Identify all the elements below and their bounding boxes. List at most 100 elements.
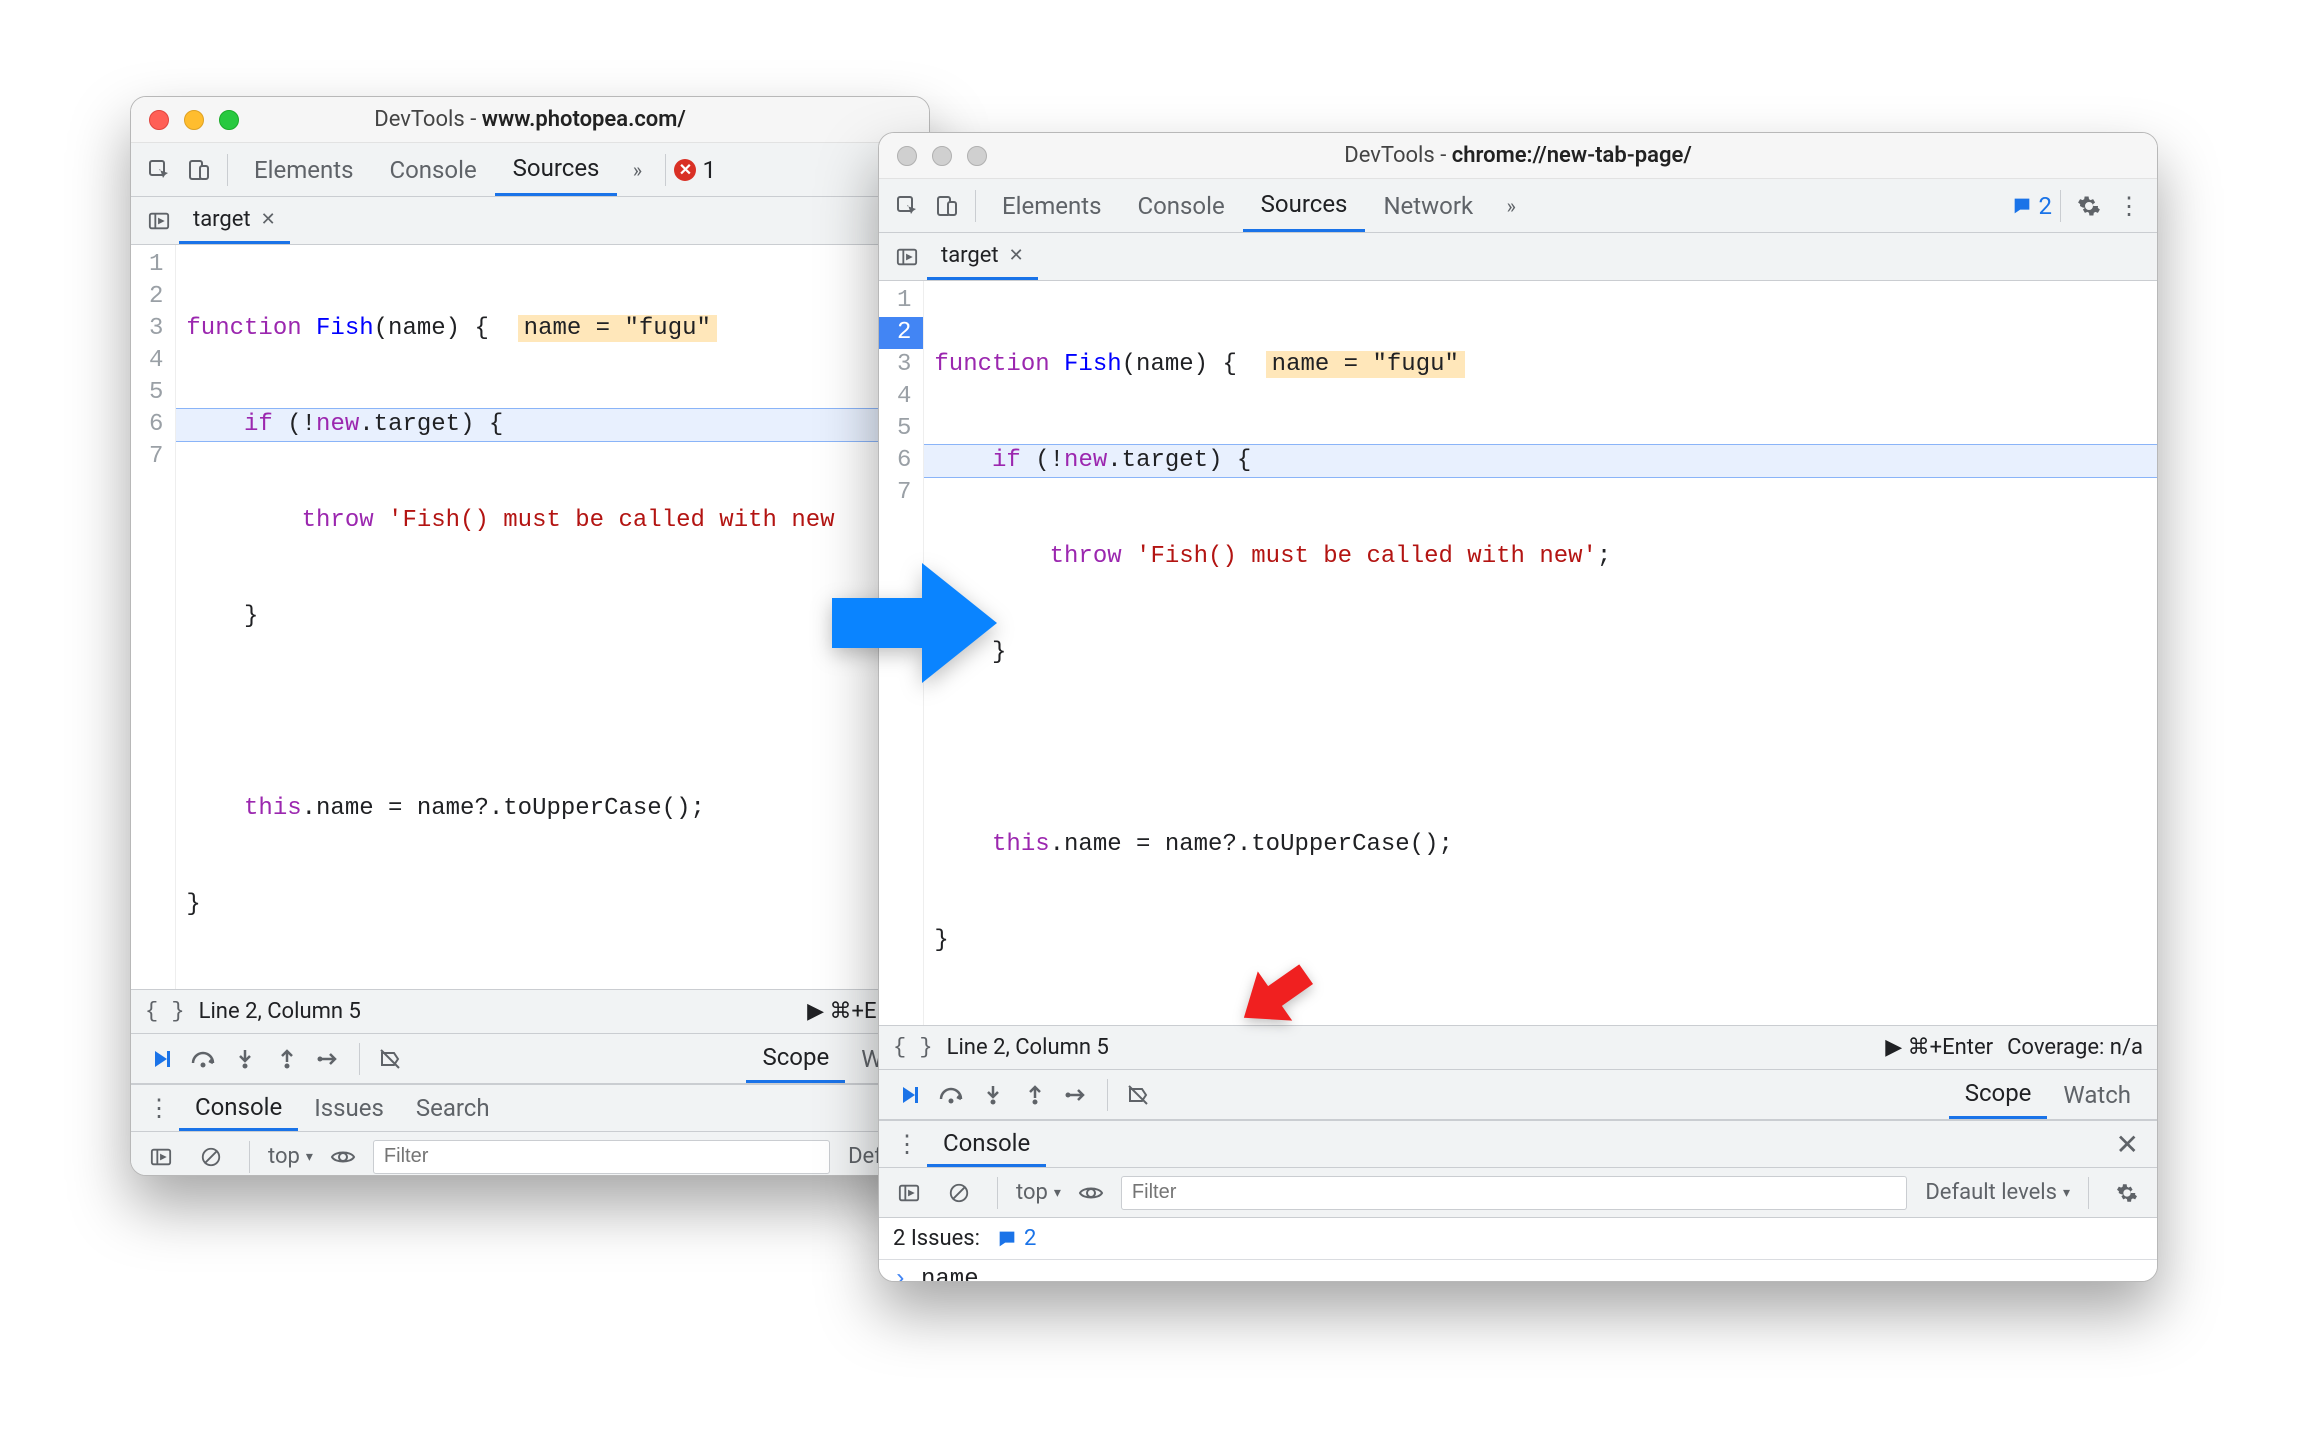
drawer-menu-icon[interactable]: ⋮ (139, 1088, 179, 1128)
file-tab-bar: target ✕ (879, 233, 2157, 281)
debugger-toolbar: Scope Watch (879, 1070, 2157, 1120)
step-into-icon[interactable] (225, 1039, 265, 1079)
debugger-toolbar: Scope Wat (131, 1034, 929, 1084)
tab-network[interactable]: Network (1365, 179, 1491, 232)
scope-tab[interactable]: Scope (1949, 1070, 2048, 1119)
close-window-button[interactable] (149, 110, 169, 130)
titlebar: DevTools - www.photopea.com/ (131, 97, 929, 143)
navigator-toggle-icon[interactable] (887, 237, 927, 277)
drawer-tab-console[interactable]: Console (927, 1121, 1046, 1167)
log-levels-selector[interactable]: Default levels (1925, 1180, 2070, 1205)
console-sidebar-icon[interactable] (889, 1173, 929, 1213)
live-expression-icon[interactable] (1071, 1173, 1111, 1213)
close-window-button[interactable] (897, 146, 917, 166)
console-controls: top Defau (131, 1132, 929, 1176)
file-tab-target[interactable]: target ✕ (179, 197, 290, 244)
message-count-badge[interactable]: 2 (2011, 192, 2053, 220)
device-icon[interactable] (179, 150, 219, 190)
window-title: DevTools - chrome://new-tab-page/ (879, 143, 2157, 168)
traffic-lights (149, 110, 239, 130)
resume-icon[interactable] (141, 1039, 181, 1079)
titlebar: DevTools - chrome://new-tab-page/ (879, 133, 2157, 179)
drawer-header: ⋮ Console Issues Search (131, 1084, 929, 1132)
inspect-icon[interactable] (887, 186, 927, 226)
close-icon[interactable]: ✕ (1009, 245, 1024, 266)
devtools-window-right: DevTools - chrome://new-tab-page/ Elemen… (878, 132, 2158, 1282)
zoom-window-button[interactable] (219, 110, 239, 130)
kebab-menu-icon[interactable]: ⋮ (2109, 186, 2149, 226)
inline-value-hint: name = "fugu" (1266, 351, 1465, 378)
devtools-window-left: DevTools - www.photopea.com/ Elements Co… (130, 96, 930, 1176)
deactivate-breakpoints-icon[interactable] (370, 1039, 410, 1079)
context-selector[interactable]: top (268, 1144, 313, 1169)
tab-elements[interactable]: Elements (236, 143, 371, 196)
step-over-icon[interactable] (183, 1039, 223, 1079)
console-filter-input[interactable] (373, 1140, 830, 1174)
gear-icon[interactable] (2069, 186, 2109, 226)
main-toolbar: Elements Console Sources » ✕1 (131, 143, 929, 197)
scope-tab[interactable]: Scope (746, 1034, 845, 1083)
inline-value-hint: name = "fugu" (518, 315, 717, 342)
tab-elements[interactable]: Elements (984, 179, 1119, 232)
tab-console[interactable]: Console (371, 143, 494, 196)
close-icon[interactable]: ✕ (261, 209, 276, 230)
cursor-position: Line 2, Column 5 (947, 1035, 1109, 1060)
more-tabs-icon[interactable]: » (1491, 186, 1531, 226)
issues-label: 2 Issues: (893, 1226, 980, 1251)
main-toolbar: Elements Console Sources Network » 2 ⋮ (879, 179, 2157, 233)
file-tab-target[interactable]: target ✕ (927, 233, 1038, 280)
run-snippet-button[interactable]: ▶ ⌘+Enter (1885, 1035, 1993, 1060)
deactivate-breakpoints-icon[interactable] (1118, 1075, 1158, 1115)
code-body[interactable]: function Fish(name) { name = "fugu" if (… (176, 245, 929, 989)
step-over-icon[interactable] (931, 1075, 971, 1115)
code-editor[interactable]: 1 2 3 4 5 6 7 function Fish(name) { name… (131, 245, 929, 990)
device-icon[interactable] (927, 186, 967, 226)
issues-summary-bar[interactable]: 2 Issues: 2 (879, 1218, 2157, 1260)
execution-line-marker: 2 (879, 317, 923, 349)
console-filter-input[interactable] (1121, 1176, 1907, 1210)
gutter: 1 2 3 4 5 6 7 (131, 245, 176, 989)
resume-icon[interactable] (889, 1075, 929, 1115)
console-controls: top Default levels (879, 1168, 2157, 1218)
drawer-tab-console[interactable]: Console (179, 1085, 298, 1131)
tab-sources[interactable]: Sources (1243, 179, 1366, 232)
cursor-position: Line 2, Column 5 (199, 999, 361, 1024)
pretty-print-icon[interactable]: { } (145, 999, 185, 1024)
clear-console-icon[interactable] (939, 1173, 979, 1213)
drawer-tab-search[interactable]: Search (400, 1085, 506, 1131)
zoom-window-button[interactable] (967, 146, 987, 166)
inspect-icon[interactable] (139, 150, 179, 190)
step-out-icon[interactable] (1015, 1075, 1055, 1115)
drawer-header: ⋮ Console ✕ (879, 1120, 2157, 1168)
drawer-menu-icon[interactable]: ⋮ (887, 1124, 927, 1164)
gear-icon[interactable] (2107, 1173, 2147, 1213)
step-out-icon[interactable] (267, 1039, 307, 1079)
editor-status-bar: { } Line 2, Column 5 ▶ ⌘+Enter Coverage:… (879, 1026, 2157, 1070)
clear-console-icon[interactable] (191, 1137, 231, 1177)
transition-arrow-icon (832, 558, 1002, 688)
live-expression-icon[interactable] (323, 1137, 363, 1177)
navigator-toggle-icon[interactable] (139, 201, 179, 241)
step-into-icon[interactable] (973, 1075, 1013, 1115)
tab-sources[interactable]: Sources (495, 143, 618, 196)
pretty-print-icon[interactable]: { } (893, 1035, 933, 1060)
code-editor[interactable]: 1 2 3 4 5 6 7 function Fish(name) { name… (879, 281, 2157, 1026)
drawer-tab-issues[interactable]: Issues (298, 1085, 400, 1131)
step-icon[interactable] (1057, 1075, 1097, 1115)
file-tab-bar: target ✕ (131, 197, 929, 245)
code-body[interactable]: function Fish(name) { name = "fugu" if (… (924, 281, 2157, 1025)
tab-console[interactable]: Console (1119, 179, 1242, 232)
traffic-lights (897, 146, 987, 166)
window-title: DevTools - www.photopea.com/ (131, 107, 929, 132)
close-drawer-icon[interactable]: ✕ (2106, 1128, 2149, 1161)
step-icon[interactable] (309, 1039, 349, 1079)
context-selector[interactable]: top (1016, 1180, 1061, 1205)
more-tabs-icon[interactable]: » (617, 150, 657, 190)
console-log[interactable]: ›name ‹'fugu' ›new.target ‹ ƒ Fish(name)… (879, 1260, 2157, 1282)
minimize-window-button[interactable] (184, 110, 204, 130)
message-count: 2 (996, 1226, 1036, 1251)
error-count-badge[interactable]: ✕1 (674, 156, 716, 184)
minimize-window-button[interactable] (932, 146, 952, 166)
watch-tab[interactable]: Watch (2047, 1070, 2147, 1119)
console-sidebar-icon[interactable] (141, 1137, 181, 1177)
